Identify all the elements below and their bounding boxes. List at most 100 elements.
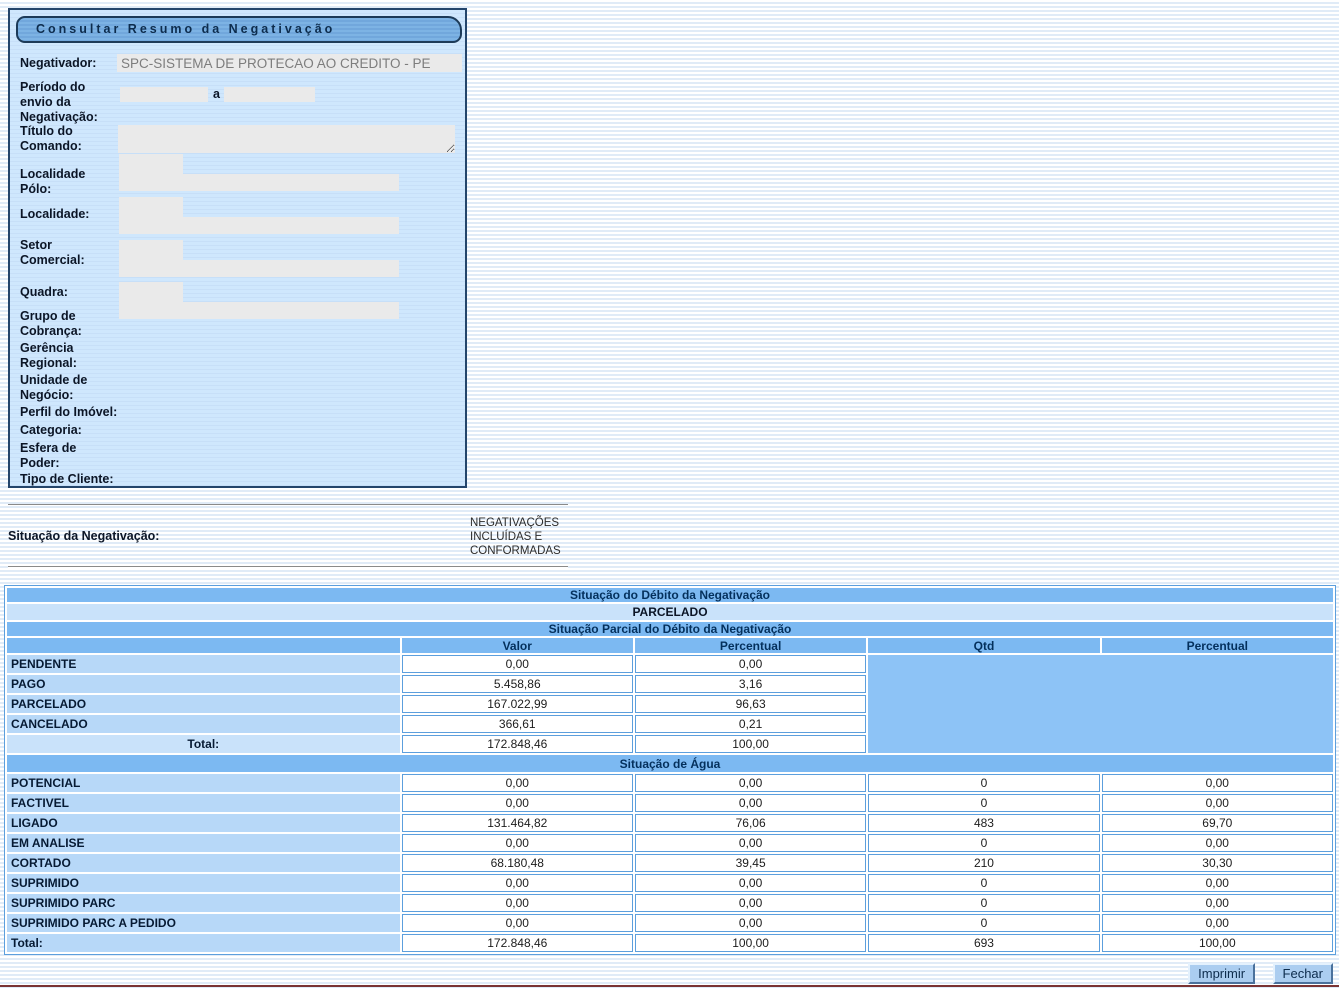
table-row-agua: SUPRIMIDO0,000,0000,00 [7,874,1333,892]
cell-percentual: 0,00 [635,894,866,912]
periodo-label: Período do envio da Negativação: [20,80,116,125]
debito-total-label: Total: [7,735,400,753]
situacao-debito-table-body: Situação do Débito da Negativação PARCELA… [7,588,1333,952]
periodo-separator: a [213,87,220,101]
negativador-label: Negativador: [20,56,116,71]
localidade-polo-nome-input[interactable] [119,174,399,191]
header-situacao-parcial: Situação Parcial do Débito da Negativaçã… [7,622,1333,636]
debito-total-valor: 172.848,46 [402,735,633,753]
cell-valor: 0,00 [402,794,633,812]
footer-line [0,985,1339,987]
cell-percentual-qtd: 0,00 [1102,794,1333,812]
cell-valor: 172.848,46 [402,934,633,952]
cell-percentual: 0,00 [635,874,866,892]
cell-qtd: 0 [868,914,1099,932]
column-header-valor-1: Valor [402,638,633,653]
debito-total-percentual: 100,00 [635,735,866,753]
cell-percentual: 0,00 [635,774,866,792]
column-header-qtd-3: Qtd [868,638,1099,653]
cell-qtd: 0 [868,774,1099,792]
cell-qtd: 483 [868,814,1099,832]
cell-percentual: 39,45 [635,854,866,872]
header-parcelado: PARCELADO [7,604,1333,620]
cell-percentual: 96,63 [635,695,866,713]
cell-percentual: 0,00 [635,834,866,852]
row-label: PENDENTE [7,655,400,673]
table-agua-header-row: Situação de Água [7,755,1333,772]
cell-percentual: 0,00 [635,655,866,673]
table-row-agua: CORTADO68.180,4839,4521030,30 [7,854,1333,872]
localidade-polo-codigo-input[interactable] [119,154,183,175]
row-label: SUPRIMIDO PARC [7,894,400,912]
titulo-comando-textarea[interactable] [118,125,455,153]
row-label: CORTADO [7,854,400,872]
table-subheader-row: PARCELADO [7,604,1333,620]
table-partial-header-row: Situação Parcial do Débito da Negativaçã… [7,622,1333,636]
unidade-negocio-label: Unidade de Negócio: [20,373,116,403]
cell-qtd: 0 [868,834,1099,852]
cell-percentual-qtd: 0,00 [1102,914,1333,932]
table-row-debito: PENDENTE0,000,00 [7,655,1333,673]
table-row-agua: SUPRIMIDO PARC A PEDIDO0,000,0000,00 [7,914,1333,932]
cell-valor: 131.464,82 [402,814,633,832]
setor-comercial-nome-input[interactable] [119,260,399,277]
cell-valor: 167.022,99 [402,695,633,713]
cell-qtd: 0 [868,874,1099,892]
grupo-cobranca-label: Grupo de Cobrança: [20,309,116,339]
button-bar: Imprimir Fechar [1175,963,1333,984]
cell-qtd: 0 [868,894,1099,912]
fechar-button[interactable]: Fechar [1273,963,1333,984]
cell-percentual-qtd: 69,70 [1102,814,1333,832]
agua-total-label: Total: [7,934,400,952]
cell-percentual: 0,21 [635,715,866,733]
header-situacao-debito: Situação do Débito da Negativação [7,588,1333,602]
perfil-imovel-label: Perfil do Imóvel: [20,405,150,420]
table-column-header-row: ValorPercentualQtdPercentual [7,638,1333,653]
cell-percentual: 100,00 [635,934,866,952]
cell-valor: 0,00 [402,774,633,792]
localidade-polo-label: Localidade Pólo: [20,167,116,197]
table-header-row: Situação do Débito da Negativação [7,588,1333,602]
cell-valor: 0,00 [402,894,633,912]
setor-comercial-codigo-input[interactable] [119,240,183,261]
cell-valor: 0,00 [402,914,633,932]
cell-percentual: 0,00 [635,794,866,812]
situacao-negativacao-value: NEGATIVAÇÕES INCLUÍDAS E CONFORMADAS [470,516,580,558]
titulo-comando-label: Título do Comando: [20,124,116,154]
table-row-agua: LIGADO131.464,8276,0648369,70 [7,814,1333,832]
quadra-codigo-input[interactable] [119,282,183,303]
esfera-poder-label: Esfera de Poder: [20,441,116,471]
debito-qtd-block [868,655,1333,753]
negativador-input[interactable] [117,54,462,72]
header-situacao-agua: Situação de Água [7,755,1333,772]
table-row-agua: EM ANALISE0,000,0000,00 [7,834,1333,852]
cell-valor: 0,00 [402,874,633,892]
periodo-fim-input[interactable] [224,87,315,102]
imprimir-button[interactable]: Imprimir [1188,963,1255,984]
localidade-nome-input[interactable] [119,217,399,234]
localidade-label: Localidade: [20,207,116,222]
row-label: LIGADO [7,814,400,832]
cell-valor: 5.458,86 [402,675,633,693]
consulta-panel: Consultar Resumo da Negativação Negativa… [8,8,467,488]
periodo-inicio-input[interactable] [120,87,208,102]
cell-percentual-qtd: 100,00 [1102,934,1333,952]
quadra-nome-input[interactable] [119,302,399,319]
cell-qtd: 210 [868,854,1099,872]
cell-percentual: 3,16 [635,675,866,693]
situacao-negativacao-label: Situação da Negativação: [8,529,159,543]
tipo-cliente-label: Tipo de Cliente: [20,472,150,487]
table-row-agua: POTENCIAL0,000,0000,00 [7,774,1333,792]
cell-valor: 0,00 [402,655,633,673]
cell-valor: 0,00 [402,834,633,852]
localidade-codigo-input[interactable] [119,197,183,218]
cell-percentual-qtd: 0,00 [1102,834,1333,852]
table-row-agua-total: Total:172.848,46100,00693100,00 [7,934,1333,952]
gerencia-regional-label: Gerência Regional: [20,341,116,371]
cell-percentual-qtd: 0,00 [1102,894,1333,912]
row-label: FACTIVEL [7,794,400,812]
categoria-label: Categoria: [20,423,116,438]
cell-valor: 68.180,48 [402,854,633,872]
row-label: PARCELADO [7,695,400,713]
cell-qtd: 693 [868,934,1099,952]
